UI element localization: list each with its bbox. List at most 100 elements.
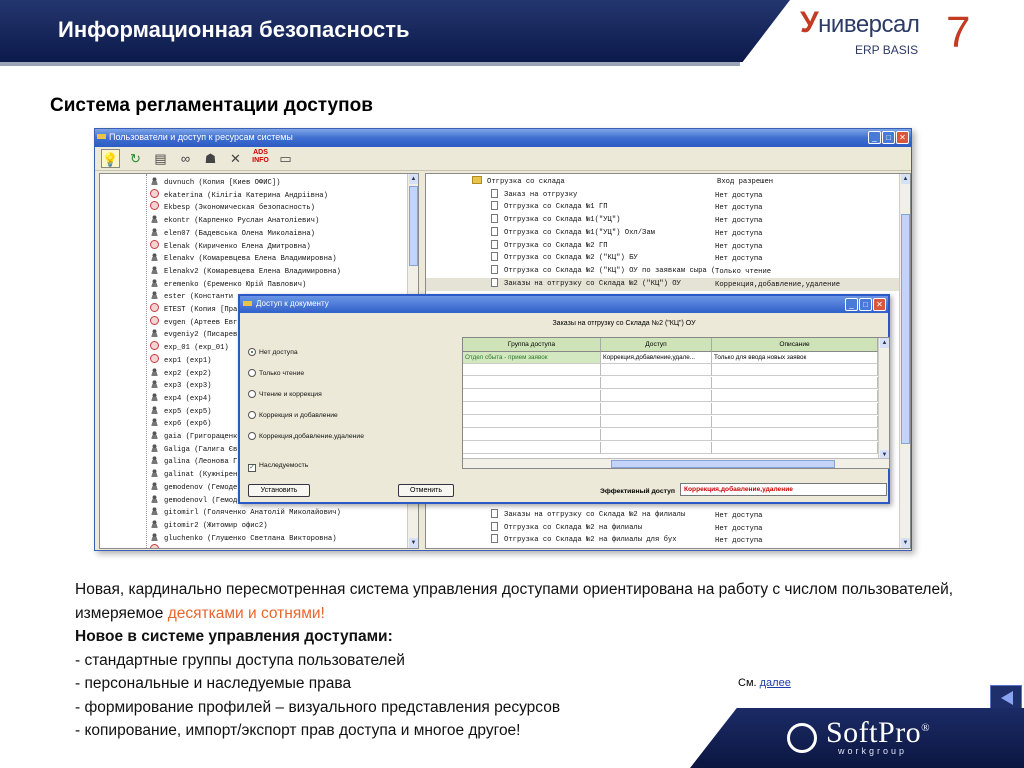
minimize-button[interactable]: _ bbox=[868, 131, 881, 144]
grid-hscroll[interactable] bbox=[463, 458, 889, 468]
user-row[interactable]: gemodenov (Гемоде bbox=[150, 480, 237, 494]
resource-row[interactable]: Отгрузка со Склада №1 ГП Нет доступа bbox=[426, 201, 900, 214]
radio-icon[interactable] bbox=[248, 411, 256, 419]
resource-row[interactable]: Отгрузка со Склада №1("УЦ") Охл/Зам Нет д… bbox=[426, 226, 900, 240]
user-row[interactable]: exp3 (exp3) bbox=[150, 379, 211, 392]
grid-empty-cell[interactable] bbox=[712, 416, 878, 428]
user-row[interactable]: evgeniy2 (Писарев bbox=[150, 328, 237, 341]
resource-row[interactable]: Заказ на отгрузку Нет доступа bbox=[426, 188, 900, 202]
user-row[interactable]: Ekbesp (Экономическая безопасность) bbox=[150, 201, 315, 214]
user-row[interactable]: gemodenovl (Гемоде bbox=[150, 493, 242, 507]
inherit-checkbox[interactable]: ✓ Наследуемость bbox=[248, 462, 308, 472]
dialog-close-button[interactable]: ✕ bbox=[873, 298, 886, 311]
user-row[interactable]: elen07 (Бадевська Олена Миколаiвна) bbox=[150, 226, 315, 240]
grid-vscroll[interactable]: ▲ ▼ bbox=[878, 338, 889, 460]
radio-icon[interactable] bbox=[248, 369, 256, 377]
grid-empty-cell[interactable] bbox=[463, 377, 601, 389]
window-icon[interactable]: ▭ bbox=[276, 149, 295, 168]
option-full[interactable]: Коррекция,добавление,удаление bbox=[248, 432, 364, 440]
grid-empty-cell[interactable] bbox=[712, 364, 878, 376]
user-row[interactable]: duvnuch (Копия [Киев ОФИС]) bbox=[150, 176, 280, 189]
grid-empty-cell[interactable] bbox=[712, 403, 878, 415]
user-row[interactable]: ekaterina (Кiлiгiа Катерина Андрiiвна) bbox=[150, 188, 328, 202]
user-row[interactable]: Elenak (Кириченко Елена Дмитровна) bbox=[150, 239, 311, 253]
grid-cell-group[interactable]: Отдел сбыта - прием заявок bbox=[463, 352, 601, 364]
grid-cell-access[interactable]: Коррекция,добавление,удале... bbox=[601, 352, 712, 364]
grid-header-description[interactable]: Описание bbox=[712, 338, 878, 352]
grid-header-group[interactable]: Группа доступа bbox=[463, 338, 601, 352]
resource-row[interactable]: Отгрузка со Склада №2 ("КЦ") ОУ по заявк… bbox=[426, 264, 900, 278]
grid-empty-cell[interactable] bbox=[463, 429, 601, 441]
option-no-access[interactable]: Нет доступа bbox=[248, 348, 298, 356]
grid-empty-cell[interactable] bbox=[712, 390, 878, 402]
user-row[interactable]: ester (Константи bbox=[150, 290, 233, 303]
grid-empty-cell[interactable] bbox=[463, 364, 601, 376]
user-row[interactable]: galinat (Кужнiрен bbox=[150, 468, 237, 481]
grid-empty-cell[interactable] bbox=[601, 442, 712, 454]
binoculars-icon[interactable]: ∞ bbox=[176, 149, 195, 168]
resource-row[interactable]: Отгрузка со Склада №2 ГП Нет доступа bbox=[426, 239, 900, 253]
user-row[interactable]: eremenko (Єременко Юрiй Павлович) bbox=[150, 277, 306, 291]
grid-empty-cell[interactable] bbox=[712, 377, 878, 389]
user-row[interactable]: gaia (Григоращенко Г bbox=[150, 430, 250, 443]
checkmark-icon[interactable]: ✓ bbox=[248, 464, 256, 472]
option-correct-add[interactable]: Коррекция и добавление bbox=[248, 411, 338, 419]
grid-empty-cell[interactable] bbox=[601, 390, 712, 402]
grid-empty-cell[interactable] bbox=[601, 377, 712, 389]
back-nav-button[interactable] bbox=[990, 685, 1022, 709]
access-grid[interactable]: Группа доступа Доступ Описание Отдел сбы… bbox=[462, 337, 890, 469]
grid-empty-cell[interactable] bbox=[712, 429, 878, 441]
user-row[interactable]: Elenakv (Комаревцева Елена Владимировна) bbox=[150, 252, 337, 265]
user-row[interactable]: gitomirl (Голяченко Анатолiй Миколайович… bbox=[150, 506, 341, 519]
radio-icon[interactable] bbox=[248, 390, 256, 398]
user-row[interactable]: ekontr (Карпенко Руслан Анатолiевич) bbox=[150, 214, 319, 227]
maximize-button[interactable]: □ bbox=[882, 131, 895, 144]
resource-row[interactable]: Отгрузка со склада Вход разрешен bbox=[426, 176, 900, 189]
grid-cell-description[interactable]: Только для ввода новых заявок bbox=[712, 352, 878, 364]
grid-empty-cell[interactable] bbox=[601, 416, 712, 428]
user-row[interactable]: Elenakv2 (Комаревцева Елена Владимировна… bbox=[150, 264, 341, 278]
user-new-icon[interactable]: ▤ bbox=[151, 149, 170, 168]
radio-icon[interactable] bbox=[248, 432, 256, 440]
user-row[interactable]: exp6 (exp6) bbox=[150, 417, 211, 430]
resource-row[interactable]: Заказы на отгрузку со Склада №2 на филиа… bbox=[426, 509, 900, 522]
user-row[interactable]: exp5 (exp5) bbox=[150, 404, 211, 418]
user-row[interactable]: exp2 (exp2) bbox=[150, 366, 211, 380]
user-row[interactable]: galina (Леонова Г bbox=[150, 455, 237, 468]
user-row[interactable]: Galiga (Галига Єв bbox=[150, 442, 237, 456]
radio-icon[interactable] bbox=[248, 348, 256, 356]
ads-info-icon[interactable]: ADS INFO bbox=[251, 149, 270, 168]
user-row[interactable]: evgen (Артеев Евг bbox=[150, 315, 237, 329]
resource-row[interactable]: Заказы на отгрузку со Склада №2 ("КЦ") О… bbox=[426, 277, 900, 291]
resource-row[interactable]: Отгрузка со Склада №2 на филиалы для бух… bbox=[426, 534, 900, 547]
apply-button[interactable]: Установить bbox=[248, 484, 310, 497]
bulb-icon[interactable]: 💡 bbox=[101, 149, 120, 168]
user-row[interactable]: ETEST (Копия [Пра bbox=[150, 303, 237, 316]
grid-empty-cell[interactable] bbox=[601, 429, 712, 441]
window-titlebar[interactable]: Пользователи и доступ к ресурсам системы… bbox=[95, 129, 911, 147]
user-row[interactable]: exp_01 (exp_01) bbox=[150, 341, 229, 354]
grid-empty-cell[interactable] bbox=[712, 442, 878, 454]
option-read-only[interactable]: Только чтение bbox=[248, 369, 304, 377]
grid-empty-cell[interactable] bbox=[601, 403, 712, 415]
resource-row[interactable]: Отгрузка со Склада №1("УЦ") Нет доступа bbox=[426, 214, 900, 227]
tools-icon[interactable]: ✕ bbox=[226, 149, 245, 168]
dialog-maximize-button[interactable]: □ bbox=[859, 298, 872, 311]
user-row[interactable]: gluchenko (Глушенко Светлана Викторовна) bbox=[150, 531, 337, 545]
resources-scrollbar[interactable]: ▲ ▼ bbox=[899, 174, 910, 548]
close-button[interactable]: ✕ bbox=[896, 131, 909, 144]
option-read-correct[interactable]: Чтение и коррекция bbox=[248, 390, 322, 398]
user-binoculars-icon[interactable]: ☗ bbox=[201, 149, 220, 168]
user-row[interactable]: exp4 (exp4) bbox=[150, 391, 211, 405]
dialog-titlebar[interactable]: Доступ к документу _ □ ✕ bbox=[240, 296, 888, 313]
grid-empty-cell[interactable] bbox=[601, 364, 712, 376]
user-row[interactable] bbox=[150, 544, 164, 548]
grid-empty-cell[interactable] bbox=[463, 442, 601, 454]
user-row[interactable]: exp1 (exp1) bbox=[150, 353, 211, 367]
dialog-minimize-button[interactable]: _ bbox=[845, 298, 858, 311]
refresh-icon[interactable]: ↻ bbox=[126, 149, 145, 168]
grid-empty-cell[interactable] bbox=[463, 403, 601, 415]
cancel-button[interactable]: Отменить bbox=[398, 484, 454, 497]
resource-row[interactable]: Отгрузка со Склада №2 ("КЦ") БУ Нет досту… bbox=[426, 252, 900, 265]
grid-empty-cell[interactable] bbox=[463, 390, 601, 402]
